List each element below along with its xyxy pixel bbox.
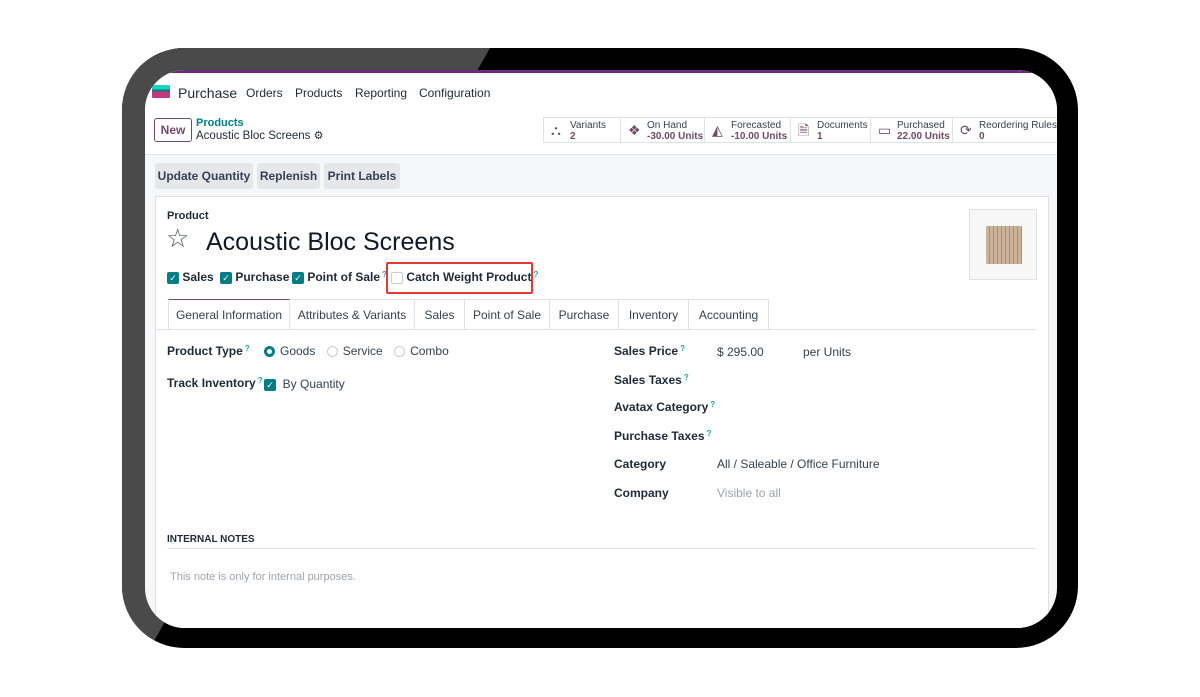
avatax-category-label: Avatax Category? xyxy=(614,400,716,414)
folding-screen-image xyxy=(986,226,1022,264)
internal-notes-input[interactable]: This note is only for internal purposes. xyxy=(170,571,356,583)
radio-combo[interactable]: Combo xyxy=(394,344,449,358)
flag-label: Purchase xyxy=(235,270,290,284)
stat-label: Purchased xyxy=(897,120,945,131)
tab-point-of-sale[interactable]: Point of Sale xyxy=(465,299,550,330)
stat-label: Reordering Rules xyxy=(979,120,1057,131)
flag-label: Sales xyxy=(182,270,214,284)
company-input[interactable]: Visible to all xyxy=(717,486,781,500)
breadcrumb-products[interactable]: Products xyxy=(196,117,244,129)
checkbox-checked-icon[interactable]: ✓ xyxy=(167,271,179,284)
radio-service[interactable]: Service xyxy=(326,344,383,358)
update-quantity-button[interactable]: Update Quantity xyxy=(155,163,253,189)
purchase-taxes-label: Purchase Taxes? xyxy=(614,429,712,443)
stat-value: 22.00 Units xyxy=(897,131,950,142)
help-tooltip-icon[interactable]: ? xyxy=(245,344,250,353)
menu-reporting[interactable]: Reporting xyxy=(355,86,407,100)
cubes-icon: ❖ xyxy=(628,122,641,138)
avatax-category-input[interactable] xyxy=(717,398,1017,416)
stat-value: 0 xyxy=(979,131,985,142)
replenish-button[interactable]: Replenish xyxy=(257,163,320,189)
tab-attributes-variants[interactable]: Attributes & Variants xyxy=(290,299,415,330)
flag-point-of-sale[interactable]: ✓ Point of Sale? xyxy=(292,270,387,284)
stat-documents[interactable]: 🗎 Documents 1 xyxy=(791,117,871,143)
sales-price-unit: per Units xyxy=(803,345,852,359)
stat-label: Forecasted xyxy=(731,120,782,131)
gear-icon[interactable]: ⚙ xyxy=(314,130,324,142)
refresh-icon: ⟳ xyxy=(960,122,972,138)
sitemap-icon: ⛬ xyxy=(551,122,561,138)
stat-forecasted[interactable]: ◭ Forecasted -10.00 Units xyxy=(705,117,791,143)
tabs-divider xyxy=(155,329,1036,330)
top-navbar: Purchase Orders Products Reporting Confi… xyxy=(145,70,1057,104)
app-name[interactable]: Purchase xyxy=(178,85,237,101)
internal-notes-heading: INTERNAL NOTES xyxy=(167,534,255,545)
print-labels-button[interactable]: Print Labels xyxy=(324,163,400,189)
sales-price-label: Sales Price? xyxy=(614,344,685,358)
tab-general-information[interactable]: General Information xyxy=(168,299,290,330)
company-label: Company xyxy=(614,486,669,500)
stat-label: On Hand xyxy=(647,120,688,131)
checkbox-unchecked-icon[interactable] xyxy=(391,271,403,284)
category-label: Category xyxy=(614,457,667,471)
product-section-label: Product xyxy=(167,210,209,222)
tab-purchase[interactable]: Purchase xyxy=(550,299,619,330)
internal-notes-divider xyxy=(167,548,1036,549)
stat-on-hand[interactable]: ❖ On Hand -30.00 Units xyxy=(621,117,705,143)
stat-reordering-rules[interactable]: ⟳ Reordering Rules 0 xyxy=(953,117,1057,143)
product-image[interactable] xyxy=(969,209,1037,280)
product-title[interactable]: Acoustic Bloc Screens xyxy=(206,228,455,257)
sales-price-input[interactable]: $ 295.00 xyxy=(717,345,764,359)
help-tooltip-icon[interactable]: ? xyxy=(533,270,538,279)
track-inventory-value: By Quantity xyxy=(282,377,345,391)
app-logo-icon[interactable] xyxy=(152,85,170,98)
stat-value: 1 xyxy=(817,131,823,142)
stat-value: -10.00 Units xyxy=(731,131,788,142)
checkbox-checked-icon[interactable]: ✓ xyxy=(264,378,276,391)
area-chart-icon: ◭ xyxy=(712,122,723,138)
help-tooltip-icon[interactable]: ? xyxy=(684,373,689,382)
help-tooltip-icon[interactable]: ? xyxy=(680,344,685,353)
favorite-star-icon[interactable]: ☆ xyxy=(166,225,189,251)
stat-value: -30.00 Units xyxy=(647,131,704,142)
new-button[interactable]: New xyxy=(154,118,192,142)
menu-orders[interactable]: Orders xyxy=(246,86,283,100)
checkbox-checked-icon[interactable]: ✓ xyxy=(220,271,232,284)
sales-taxes-input[interactable] xyxy=(717,371,1017,389)
flag-catch-weight-product[interactable]: Catch Weight Product? xyxy=(391,270,538,284)
screen: Purchase Orders Products Reporting Confi… xyxy=(145,70,1057,628)
help-tooltip-icon[interactable]: ? xyxy=(707,429,712,438)
track-inventory-field[interactable]: ✓ By Quantity xyxy=(264,377,345,391)
radio-goods[interactable]: Goods xyxy=(264,344,315,358)
stat-label: Variants xyxy=(570,120,606,131)
purchase-taxes-input[interactable] xyxy=(717,427,1017,445)
track-inventory-label: Track Inventory? xyxy=(167,376,263,390)
tab-inventory[interactable]: Inventory xyxy=(619,299,689,330)
menu-configuration[interactable]: Configuration xyxy=(419,86,490,100)
flag-sales[interactable]: ✓ Sales xyxy=(167,270,214,284)
flag-label: Point of Sale xyxy=(307,270,381,284)
control-panel: New Products Acoustic Bloc Screens ⚙ ⛬ Va… xyxy=(145,104,1057,155)
credit-card-icon: ▭ xyxy=(878,122,892,138)
stat-variants[interactable]: ⛬ Variants 2 xyxy=(543,117,621,143)
menu-products[interactable]: Products xyxy=(295,86,342,100)
tab-accounting[interactable]: Accounting xyxy=(689,299,769,330)
checkbox-checked-icon[interactable]: ✓ xyxy=(292,271,304,284)
stat-value: 2 xyxy=(570,131,576,142)
stat-purchased[interactable]: ▭ Purchased 22.00 Units xyxy=(871,117,953,143)
product-type-radio: Goods Service Combo xyxy=(264,344,449,358)
flag-purchase[interactable]: ✓ Purchase xyxy=(220,270,289,284)
breadcrumb-current: Acoustic Bloc Screens ⚙ xyxy=(196,129,324,142)
document-icon: 🗎 xyxy=(798,122,810,138)
product-type-label: Product Type? xyxy=(167,344,250,358)
help-tooltip-icon[interactable]: ? xyxy=(710,400,715,409)
flag-label: Catch Weight Product xyxy=(406,270,532,284)
stat-label: Documents xyxy=(817,120,868,131)
category-input[interactable]: All / Saleable / Office Furniture xyxy=(717,457,880,471)
sales-taxes-label: Sales Taxes? xyxy=(614,373,689,387)
tab-sales[interactable]: Sales xyxy=(415,299,465,330)
help-tooltip-icon[interactable]: ? xyxy=(258,376,263,385)
breadcrumb-current-label: Acoustic Bloc Screens xyxy=(196,130,311,142)
